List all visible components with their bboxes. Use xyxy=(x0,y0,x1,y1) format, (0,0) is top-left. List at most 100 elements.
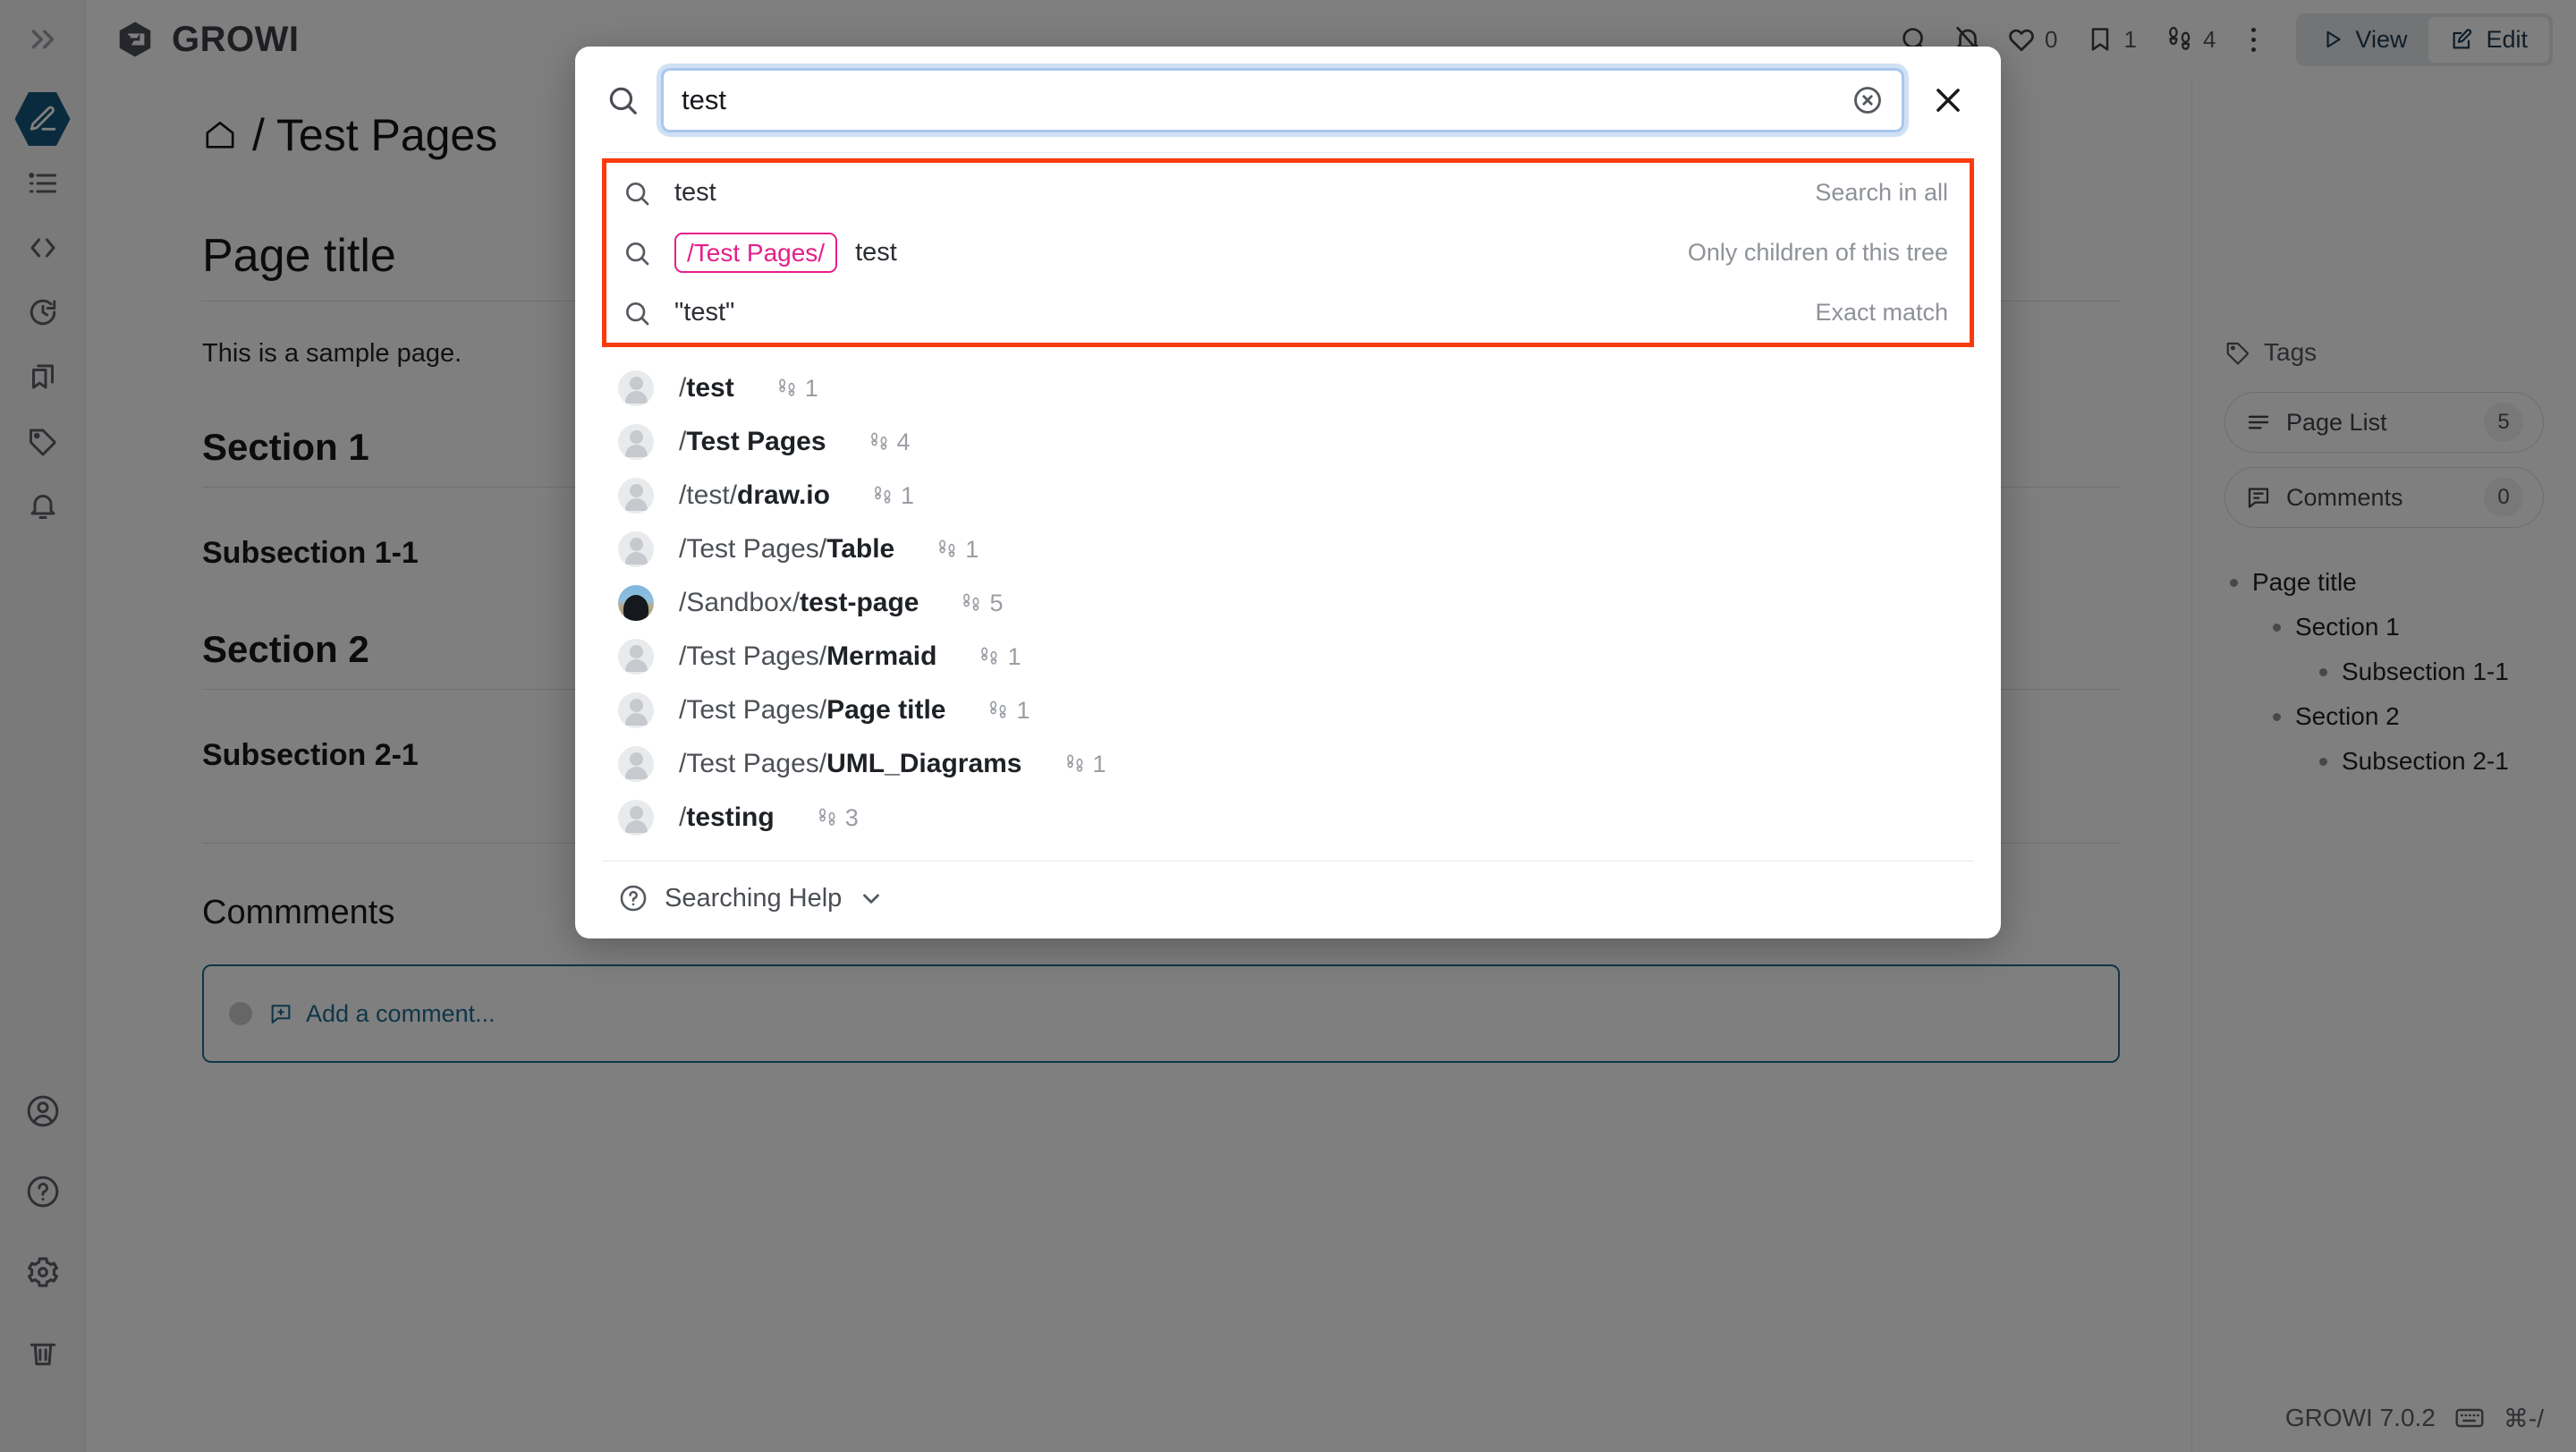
result-path-prefix: /Sandbox/ xyxy=(679,588,800,618)
result-path: /Test Pages/UML_Diagrams xyxy=(679,749,1022,779)
result-path: /testing xyxy=(679,802,775,833)
avatar xyxy=(618,370,654,406)
search-result-row[interactable]: /Test Pages/Mermaid 1 xyxy=(602,630,1974,684)
suggestion-row-only-children[interactable]: /Test Pages/ test Only children of this … xyxy=(606,223,1970,283)
search-icon xyxy=(623,239,651,267)
footprints-icon xyxy=(978,645,1001,668)
search-result-row[interactable]: /Test Pages/Table 1 xyxy=(602,522,1974,576)
result-path-name: test-page xyxy=(800,588,919,618)
suggestion-text: /Test Pages/ test xyxy=(674,233,1665,273)
result-seen-count: 3 xyxy=(816,804,859,832)
clear-search-button[interactable] xyxy=(1839,84,1884,116)
close-icon xyxy=(1931,83,1965,117)
search-input[interactable] xyxy=(682,84,1839,116)
result-seen-count: 1 xyxy=(871,482,914,510)
result-seen-count: 1 xyxy=(1063,751,1106,778)
search-icon xyxy=(623,299,651,327)
result-seen-count: 1 xyxy=(936,536,979,564)
header-divider xyxy=(606,152,1970,153)
search-icon xyxy=(606,83,640,117)
suggestion-hint: Only children of this tree xyxy=(1688,239,1948,267)
search-result-row[interactable]: /test/draw.io 1 xyxy=(602,469,1974,522)
searching-help-label: Searching Help xyxy=(665,884,842,913)
result-count-value: 3 xyxy=(845,804,859,832)
result-count-value: 1 xyxy=(1093,751,1106,778)
footprints-icon xyxy=(936,538,959,561)
avatar xyxy=(618,585,654,621)
suggestion-row-exact-match[interactable]: "test" Exact match xyxy=(606,283,1970,343)
search-result-row[interactable]: /test 1 xyxy=(602,361,1974,415)
footprints-icon xyxy=(1063,752,1087,776)
suggestion-text: "test" xyxy=(674,298,1792,327)
search-result-row[interactable]: /Test Pages/Page title 1 xyxy=(602,684,1974,737)
result-path-name: Mermaid xyxy=(826,641,936,672)
avatar xyxy=(618,424,654,460)
suggestion-hint: Exact match xyxy=(1815,299,1948,327)
footprints-icon xyxy=(816,806,839,829)
result-path-prefix: / xyxy=(679,427,686,457)
avatar xyxy=(618,692,654,728)
search-result-row[interactable]: /Test Pages/UML_Diagrams 1 xyxy=(602,737,1974,791)
result-path-name: UML_Diagrams xyxy=(826,749,1021,779)
search-result-row[interactable]: /testing 3 xyxy=(602,791,1974,845)
result-path-name: draw.io xyxy=(737,480,830,511)
result-path: /Test Pages/Table xyxy=(679,534,894,565)
avatar xyxy=(618,746,654,782)
footprints-icon xyxy=(775,377,799,400)
search-icon xyxy=(623,179,651,208)
suggestion-query: test xyxy=(855,238,897,267)
result-count-value: 4 xyxy=(897,429,911,456)
avatar xyxy=(618,478,654,514)
result-path: /Sandbox/test-page xyxy=(679,588,919,618)
avatar xyxy=(618,639,654,675)
footprints-icon xyxy=(868,430,891,454)
result-path-prefix: /test/ xyxy=(679,480,737,511)
result-count-value: 1 xyxy=(901,482,914,510)
result-path: /Test Pages/Page title xyxy=(679,695,945,726)
suggestion-scope-chip: /Test Pages/ xyxy=(674,233,837,273)
result-count-value: 1 xyxy=(1016,697,1030,725)
help-circle-icon xyxy=(618,883,648,913)
result-count-value: 1 xyxy=(805,375,818,403)
footprints-icon xyxy=(960,591,983,615)
result-path-prefix: / xyxy=(679,373,686,403)
result-path: /test/draw.io xyxy=(679,480,830,511)
search-suggestions-highlight: test Search in all /Test Pages/ test Onl… xyxy=(602,158,1974,347)
close-circle-icon xyxy=(1852,84,1884,116)
search-result-row[interactable]: /Test Pages 4 xyxy=(602,415,1974,469)
result-path: /test xyxy=(679,373,734,403)
suggestion-text: test xyxy=(674,178,1792,208)
result-seen-count: 5 xyxy=(960,590,1003,617)
result-count-value: 1 xyxy=(965,536,979,564)
result-path-name: test xyxy=(686,373,733,403)
footprints-icon xyxy=(987,699,1010,722)
result-count-value: 5 xyxy=(989,590,1003,617)
result-path-name: Table xyxy=(826,534,894,565)
suggestion-query: test xyxy=(674,178,716,208)
chevron-down-icon[interactable] xyxy=(858,885,885,912)
result-path-prefix: / xyxy=(679,802,686,833)
search-modal: test Search in all /Test Pages/ test Onl… xyxy=(575,47,2001,938)
result-path-name: Page title xyxy=(826,695,945,726)
close-modal-button[interactable] xyxy=(1926,83,1970,117)
avatar xyxy=(618,531,654,567)
result-path-name: testing xyxy=(686,802,774,833)
search-results-list: /test 1 /Test Pages 4 /test/draw.io 1 xyxy=(602,347,1974,852)
suggestion-row-search-in-all[interactable]: test Search in all xyxy=(606,163,1970,223)
result-count-value: 1 xyxy=(1007,643,1021,671)
footprints-icon xyxy=(871,484,894,507)
avatar xyxy=(618,800,654,836)
search-modal-header xyxy=(575,47,2001,152)
result-seen-count: 1 xyxy=(987,697,1030,725)
result-seen-count: 4 xyxy=(868,429,911,456)
suggestion-query: "test" xyxy=(674,298,734,327)
searching-help-toggle[interactable]: Searching Help xyxy=(575,862,2001,931)
result-path-prefix: /Test Pages/ xyxy=(679,749,826,779)
result-path-prefix: /Test Pages/ xyxy=(679,695,826,726)
suggestion-hint: Search in all xyxy=(1815,179,1948,207)
search-result-row[interactable]: /Sandbox/test-page 5 xyxy=(602,576,1974,630)
search-input-wrapper[interactable] xyxy=(661,68,1904,132)
result-seen-count: 1 xyxy=(775,375,818,403)
result-seen-count: 1 xyxy=(978,643,1021,671)
result-path: /Test Pages xyxy=(679,427,826,457)
